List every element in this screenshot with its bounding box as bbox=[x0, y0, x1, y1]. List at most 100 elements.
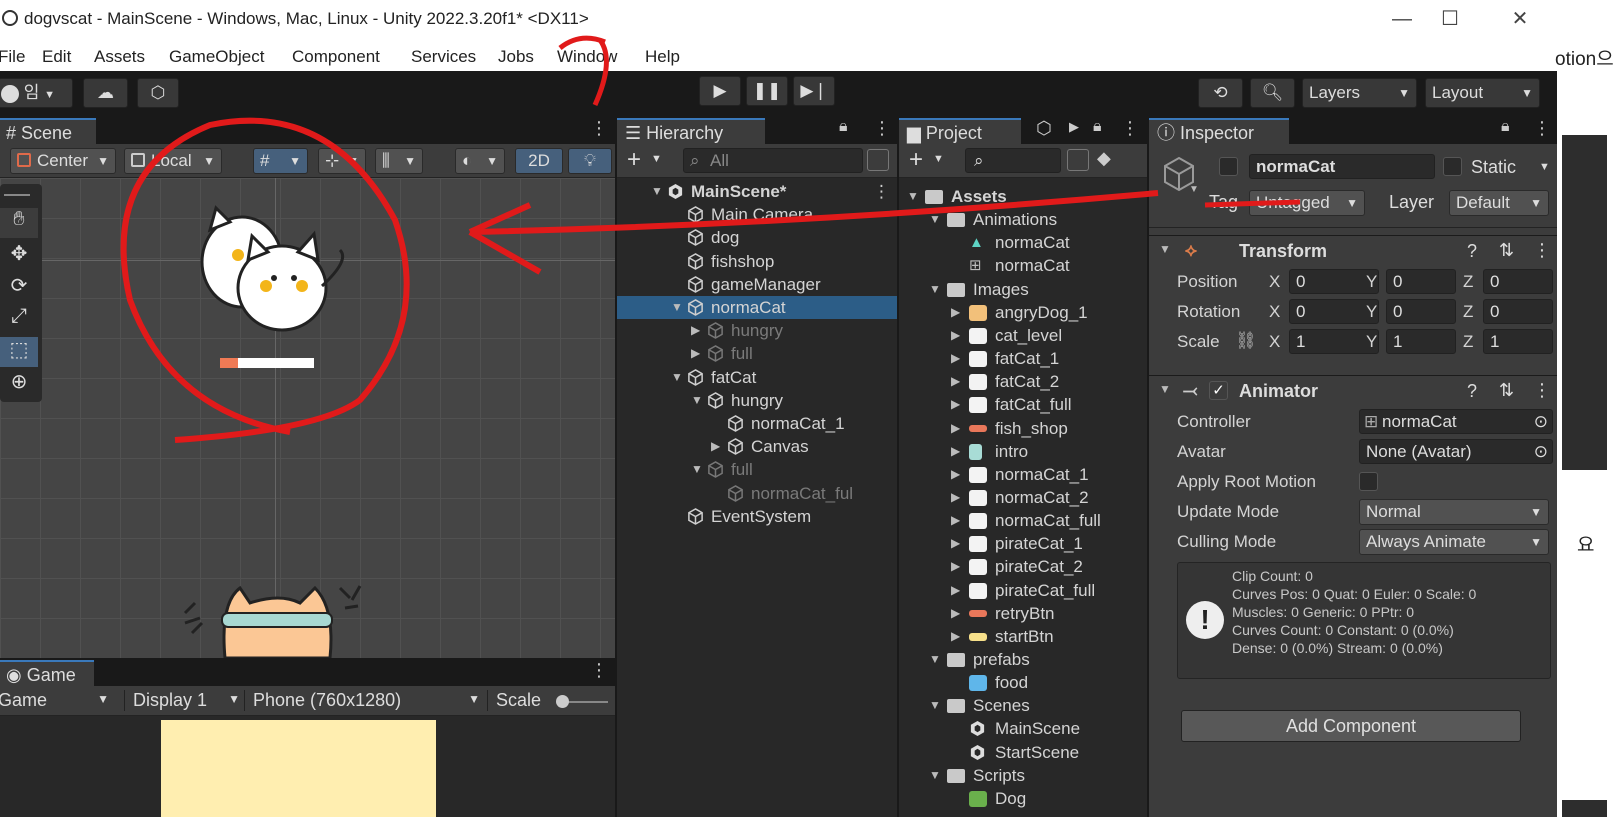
object-picker-icon[interactable]: ⊙ bbox=[1534, 410, 1548, 433]
cloud-button[interactable]: ☁ bbox=[83, 78, 128, 108]
expand-right-icon[interactable]: ▶ bbox=[951, 370, 960, 393]
static-checkbox[interactable] bbox=[1443, 157, 1462, 176]
rect-tool-icon[interactable]: ⬚ bbox=[0, 337, 38, 367]
expand-down-icon[interactable]: ▼ bbox=[929, 208, 941, 231]
close-button[interactable]: ✕ bbox=[1498, 4, 1542, 34]
tab-game[interactable]: ◉ Game bbox=[0, 660, 94, 686]
expand-right-icon[interactable]: ▶ bbox=[711, 435, 720, 458]
project-item[interactable]: ▶ normaCat_full bbox=[899, 509, 1147, 532]
project-item[interactable]: ▶ intro bbox=[899, 440, 1147, 463]
add-component-button[interactable]: Add Component bbox=[1181, 710, 1521, 742]
expand-right-icon[interactable]: ▶ bbox=[951, 532, 960, 555]
object-picker-icon[interactable]: ⊙ bbox=[1534, 440, 1548, 463]
menu-assets[interactable]: Assets bbox=[94, 47, 145, 67]
expand-down-icon[interactable]: ▼ bbox=[929, 278, 941, 301]
expand-right-icon[interactable]: ▶ bbox=[951, 417, 960, 440]
project-item[interactable]: ▶ retryBtn bbox=[899, 602, 1147, 625]
project-item[interactable]: ▶ pirateCat_1 bbox=[899, 532, 1147, 555]
more-options-icon[interactable]: ⋮ bbox=[590, 660, 608, 681]
project-item[interactable]: ▼ Animations bbox=[899, 208, 1147, 231]
filter-label-icon[interactable]: ◆ bbox=[1097, 148, 1111, 169]
chevron-down-icon[interactable]: ▼ bbox=[651, 153, 662, 165]
update-mode-dropdown[interactable]: Normal ▼ bbox=[1359, 499, 1549, 525]
expand-right-icon[interactable]: ▶ bbox=[951, 509, 960, 532]
services-icon[interactable]: ⬡ bbox=[1036, 118, 1052, 139]
grid-visibility-button[interactable]: ⫼ ▼ bbox=[375, 148, 423, 174]
link-icon[interactable]: ⛓︎ bbox=[1235, 331, 1257, 351]
account-button[interactable]: 임 ▼ bbox=[0, 78, 73, 108]
menu-component[interactable]: Component bbox=[292, 47, 380, 67]
position-y-field[interactable]: 0 bbox=[1386, 269, 1456, 294]
more-options-icon[interactable]: ⋮ bbox=[1533, 240, 1551, 261]
apply-root-motion-checkbox[interactable] bbox=[1359, 472, 1378, 491]
scale-tool-icon[interactable]: ⤢ bbox=[0, 305, 38, 335]
expand-down-icon[interactable]: ▼ bbox=[907, 185, 919, 208]
search-button[interactable]: 🔍︎ bbox=[1250, 78, 1295, 108]
project-item[interactable]: ▼ Scenes bbox=[899, 694, 1147, 717]
hierarchy-item[interactable]: ▼ hungry bbox=[617, 389, 897, 412]
filter-type-icon[interactable] bbox=[1067, 149, 1089, 171]
play-button[interactable]: ▶ bbox=[699, 76, 741, 106]
project-item[interactable]: MainScene bbox=[899, 717, 1147, 740]
mode-2d-button[interactable]: 2D bbox=[515, 148, 563, 174]
move-tool-icon[interactable]: ✥ bbox=[0, 241, 38, 271]
controller-field[interactable]: ⊞ normaCat ⊙ bbox=[1359, 409, 1553, 434]
draw-mode-button[interactable]: ◐ ▼ bbox=[455, 148, 505, 174]
expand-down-icon[interactable]: ▼ bbox=[929, 694, 941, 717]
scene-viewport[interactable]: ✋︎ ✥ ⟳ ⤢ ⬚ ⊕ bbox=[0, 178, 615, 658]
preset-icon[interactable]: ⇅ bbox=[1499, 380, 1514, 401]
expand-right-icon[interactable]: ▶ bbox=[951, 555, 960, 578]
preset-icon[interactable]: ⇅ bbox=[1499, 240, 1514, 261]
expand-right-icon[interactable]: ▶ bbox=[951, 602, 960, 625]
step-button[interactable]: ▶❘ bbox=[793, 76, 835, 106]
hierarchy-item[interactable]: ▼ normaCat bbox=[617, 296, 897, 319]
collab-button[interactable]: ⬡ bbox=[137, 78, 179, 108]
project-search-input[interactable]: ⌕ bbox=[965, 148, 1061, 173]
menu-help[interactable]: Help bbox=[645, 47, 680, 67]
hierarchy-search-input[interactable]: ⌕ All bbox=[683, 148, 863, 173]
expand-right-icon[interactable]: ▶ bbox=[691, 319, 700, 342]
more-options-icon[interactable]: ⋮ bbox=[873, 118, 891, 139]
scale-y-field[interactable]: 1 bbox=[1386, 329, 1456, 354]
layout-dropdown[interactable]: Layout ▼ bbox=[1425, 78, 1540, 108]
expand-right-icon[interactable]: ▶ bbox=[951, 625, 960, 648]
avatar-field[interactable]: None (Avatar) ⊙ bbox=[1359, 439, 1553, 464]
expand-down-icon[interactable]: ▼ bbox=[929, 764, 941, 787]
expand-right-icon[interactable]: ▶ bbox=[951, 393, 960, 416]
hierarchy-item[interactable]: ▼ full bbox=[617, 458, 897, 481]
rotation-z-field[interactable]: 0 bbox=[1483, 299, 1553, 324]
project-item[interactable]: ▶ pirateCat_full bbox=[899, 579, 1147, 602]
chevron-down-icon[interactable]: ▼ bbox=[1539, 161, 1550, 173]
scale-slider-thumb[interactable] bbox=[556, 695, 569, 708]
expand-down-icon[interactable]: ▼ bbox=[651, 180, 663, 203]
expand-right-icon[interactable]: ▶ bbox=[951, 463, 960, 486]
tab-inspector[interactable]: ⓘ Inspector bbox=[1149, 118, 1289, 144]
hierarchy-item[interactable]: ▶ hungry bbox=[617, 319, 897, 342]
tab-project[interactable]: ▆ Project bbox=[899, 118, 1021, 144]
tab-scene[interactable]: # Scene bbox=[0, 118, 96, 144]
expand-down-icon[interactable]: ▼ bbox=[691, 389, 703, 412]
tab-hierarchy[interactable]: ☰ Hierarchy bbox=[617, 118, 765, 144]
lock-icon[interactable]: 🔒︎ bbox=[839, 118, 848, 136]
position-z-field[interactable]: 0 bbox=[1483, 269, 1553, 294]
project-item[interactable]: ▶ fatCat_2 bbox=[899, 370, 1147, 393]
maximize-button[interactable]: ☐ bbox=[1428, 4, 1472, 34]
project-item[interactable]: ▶ normaCat_1 bbox=[899, 463, 1147, 486]
expand-right-icon[interactable]: ▶ bbox=[951, 579, 960, 602]
project-item[interactable]: Dog bbox=[899, 787, 1147, 810]
culling-mode-dropdown[interactable]: Always Animate ▼ bbox=[1359, 529, 1549, 555]
expand-right-icon[interactable]: ▶ bbox=[951, 324, 960, 347]
pause-button[interactable]: ❚❚ bbox=[746, 76, 788, 106]
play-tab-icon[interactable]: ▶ bbox=[1069, 119, 1079, 135]
history-button[interactable]: ⟲ bbox=[1198, 78, 1243, 108]
space-dropdown[interactable]: Local ▼ bbox=[124, 148, 222, 174]
project-item[interactable]: StartScene bbox=[899, 741, 1147, 764]
lighting-button[interactable]: 💡︎ bbox=[568, 148, 612, 174]
hierarchy-item[interactable]: normaCat_ful bbox=[617, 482, 897, 505]
hierarchy-item[interactable]: Main Camera bbox=[617, 203, 897, 226]
expand-down-icon[interactable]: ▼ bbox=[671, 366, 683, 389]
project-item[interactable]: ▼ Scripts bbox=[899, 764, 1147, 787]
resolution-dropdown[interactable]: Phone (760x1280) ▼ bbox=[244, 690, 486, 711]
tag-dropdown[interactable]: Untagged ▼ bbox=[1249, 190, 1365, 216]
menu-gameobject[interactable]: GameObject bbox=[169, 47, 264, 67]
